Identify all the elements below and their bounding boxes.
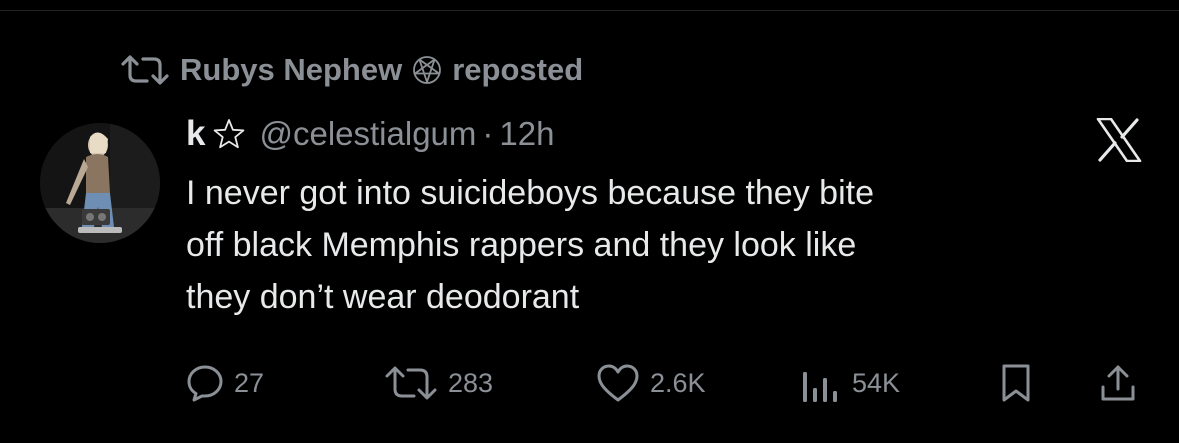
share-button[interactable] (1098, 360, 1138, 406)
like-button[interactable]: 2.6K (596, 360, 706, 406)
avatar[interactable] (40, 123, 160, 243)
timestamp[interactable]: 12h (499, 115, 554, 153)
retweet-icon (384, 365, 438, 401)
tweet-line: off black Memphis rappers and they look … (186, 226, 857, 264)
tweet-line: I never got into suicideboys because the… (186, 174, 874, 212)
user-handle[interactable]: @celestialgum (259, 115, 476, 153)
tweet-body: I never got into suicideboys because the… (186, 167, 1146, 323)
share-icon (1098, 363, 1138, 403)
reply-bubble-icon (186, 364, 224, 402)
action-bar: 27 283 2.6K 54K (0, 360, 1179, 410)
display-name[interactable]: k (186, 114, 205, 154)
reposter-name[interactable]: Rubys Nephew (180, 52, 402, 88)
separator-dot: · (482, 115, 494, 152)
inverted-pentagram-icon (412, 55, 442, 85)
bookmark-button[interactable] (1000, 360, 1032, 406)
like-count: 2.6K (650, 367, 706, 398)
reply-button[interactable]: 27 (186, 360, 264, 406)
x-logo-icon (1096, 117, 1142, 163)
star-outline-icon (213, 118, 245, 150)
repost-context[interactable]: Rubys Nephew reposted (120, 52, 583, 88)
tweet-line: they don’t wear deodorant (186, 278, 580, 316)
retweet-button[interactable]: 283 (384, 360, 493, 406)
top-divider (0, 10, 1179, 11)
bookmark-icon (1000, 363, 1032, 403)
reply-count: 27 (234, 367, 265, 398)
repost-label: reposted (452, 52, 584, 87)
repost-icon (120, 55, 170, 85)
bar-chart-icon (800, 364, 842, 402)
tweet-header: k @celestialgum · 12h (186, 112, 554, 156)
retweet-count: 283 (448, 367, 494, 398)
views-count: 54K (852, 367, 901, 398)
views-button[interactable]: 54K (800, 360, 900, 406)
heart-icon (596, 363, 640, 403)
